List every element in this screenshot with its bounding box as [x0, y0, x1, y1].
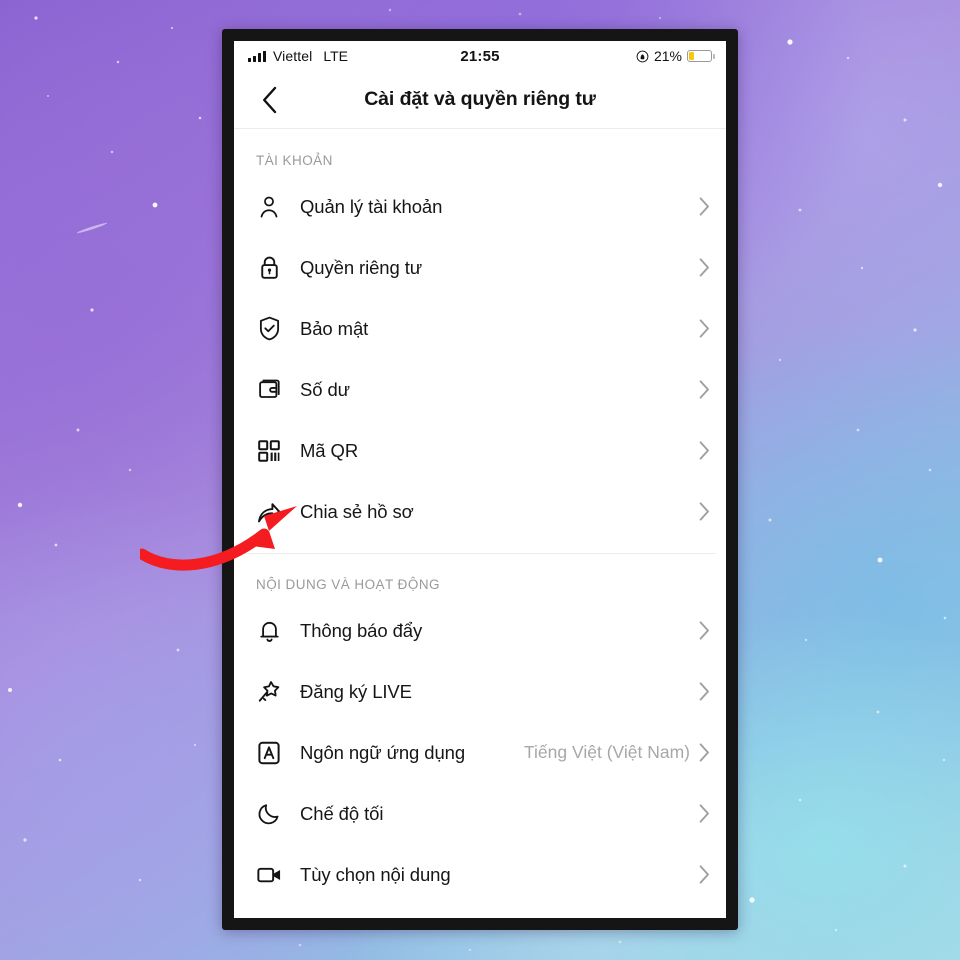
page-title: Cài đặt và quyền riêng tư — [364, 88, 596, 110]
row-label: Chế độ tối — [300, 802, 384, 824]
battery-icon — [687, 50, 715, 62]
row-label: Quyền riêng tư — [300, 256, 423, 278]
row-tuy-chon-noi-dung[interactable]: Tùy chọn nội dung — [234, 844, 726, 905]
person-icon — [256, 194, 282, 220]
battery-percent-label: 21% — [653, 48, 682, 64]
chevron-right-icon — [699, 804, 710, 823]
section-account: TÀI KHOẢN Quản lý tài khoản Quyền riêng … — [234, 129, 726, 542]
section-content-activity: NỘI DUNG VÀ HOẠT ĐỘNG Thông báo đẩy Đăng… — [234, 554, 726, 905]
chevron-right-icon — [699, 621, 710, 640]
navigation-header: Cài đặt và quyền riêng tư — [234, 71, 726, 129]
row-thong-bao-day[interactable]: Thông báo đẩy — [234, 600, 726, 661]
back-button[interactable] — [252, 83, 286, 117]
row-che-do-toi[interactable]: Chế độ tối — [234, 783, 726, 844]
chevron-left-icon — [262, 86, 276, 113]
status-bar: Viettel LTE 21:55 21% — [234, 41, 726, 71]
row-label: Quản lý tài khoản — [300, 195, 443, 217]
row-label: Đăng ký LIVE — [300, 680, 412, 702]
rotation-lock-icon — [636, 50, 649, 62]
row-label: Chia sẻ hồ sơ — [300, 500, 414, 522]
comet-live-icon — [256, 679, 282, 705]
chevron-right-icon — [699, 197, 710, 216]
row-so-du[interactable]: Số dư — [234, 359, 726, 420]
row-dang-ky-live[interactable]: Đăng ký LIVE — [234, 661, 726, 722]
chevron-right-icon — [699, 502, 710, 521]
chevron-right-icon — [699, 441, 710, 460]
status-bar-right: 21% — [636, 48, 715, 64]
row-quyen-rieng-tu[interactable]: Quyền riêng tư — [234, 237, 726, 298]
chevron-right-icon — [699, 743, 710, 762]
row-bao-mat[interactable]: Bảo mật — [234, 298, 726, 359]
row-ma-qr[interactable]: Mã QR — [234, 420, 726, 481]
section-header-content-activity: NỘI DUNG VÀ HOẠT ĐỘNG — [256, 577, 440, 592]
wallpaper-background: Viettel LTE 21:55 21% Cài đặt và quyền r… — [0, 0, 960, 960]
qr-code-icon — [256, 438, 282, 464]
row-chia-se-ho-so[interactable]: Chia sẻ hồ sơ — [234, 481, 726, 542]
phone-screen: Viettel LTE 21:55 21% Cài đặt và quyền r… — [234, 41, 726, 918]
chevron-right-icon — [699, 682, 710, 701]
chevron-right-icon — [699, 258, 710, 277]
share-arrow-icon — [256, 499, 282, 525]
moon-icon — [256, 801, 282, 827]
chevron-right-icon — [699, 319, 710, 338]
row-value-language: Tiếng Việt (Việt Nam) — [524, 742, 690, 762]
section-header-account: TÀI KHOẢN — [256, 153, 333, 168]
row-label: Số dư — [300, 378, 350, 400]
chevron-right-icon — [699, 865, 710, 884]
row-label: Bảo mật — [300, 317, 369, 339]
row-label: Thông báo đẩy — [300, 619, 423, 641]
row-quan-ly-tai-khoan[interactable]: Quản lý tài khoản — [234, 176, 726, 237]
video-camera-icon — [256, 862, 282, 888]
wallet-icon — [256, 377, 282, 403]
row-label: Ngôn ngữ ứng dụng — [300, 741, 466, 763]
row-ngon-ngu-ung-dung[interactable]: Ngôn ngữ ứng dụng Tiếng Việt (Việt Nam) — [234, 722, 726, 783]
row-label: Tùy chọn nội dung — [300, 863, 451, 885]
language-a-icon — [256, 740, 282, 766]
chevron-right-icon — [699, 380, 710, 399]
row-label: Mã QR — [300, 439, 359, 461]
lock-icon — [256, 255, 282, 281]
bell-icon — [256, 618, 282, 644]
shield-check-icon — [256, 316, 282, 342]
